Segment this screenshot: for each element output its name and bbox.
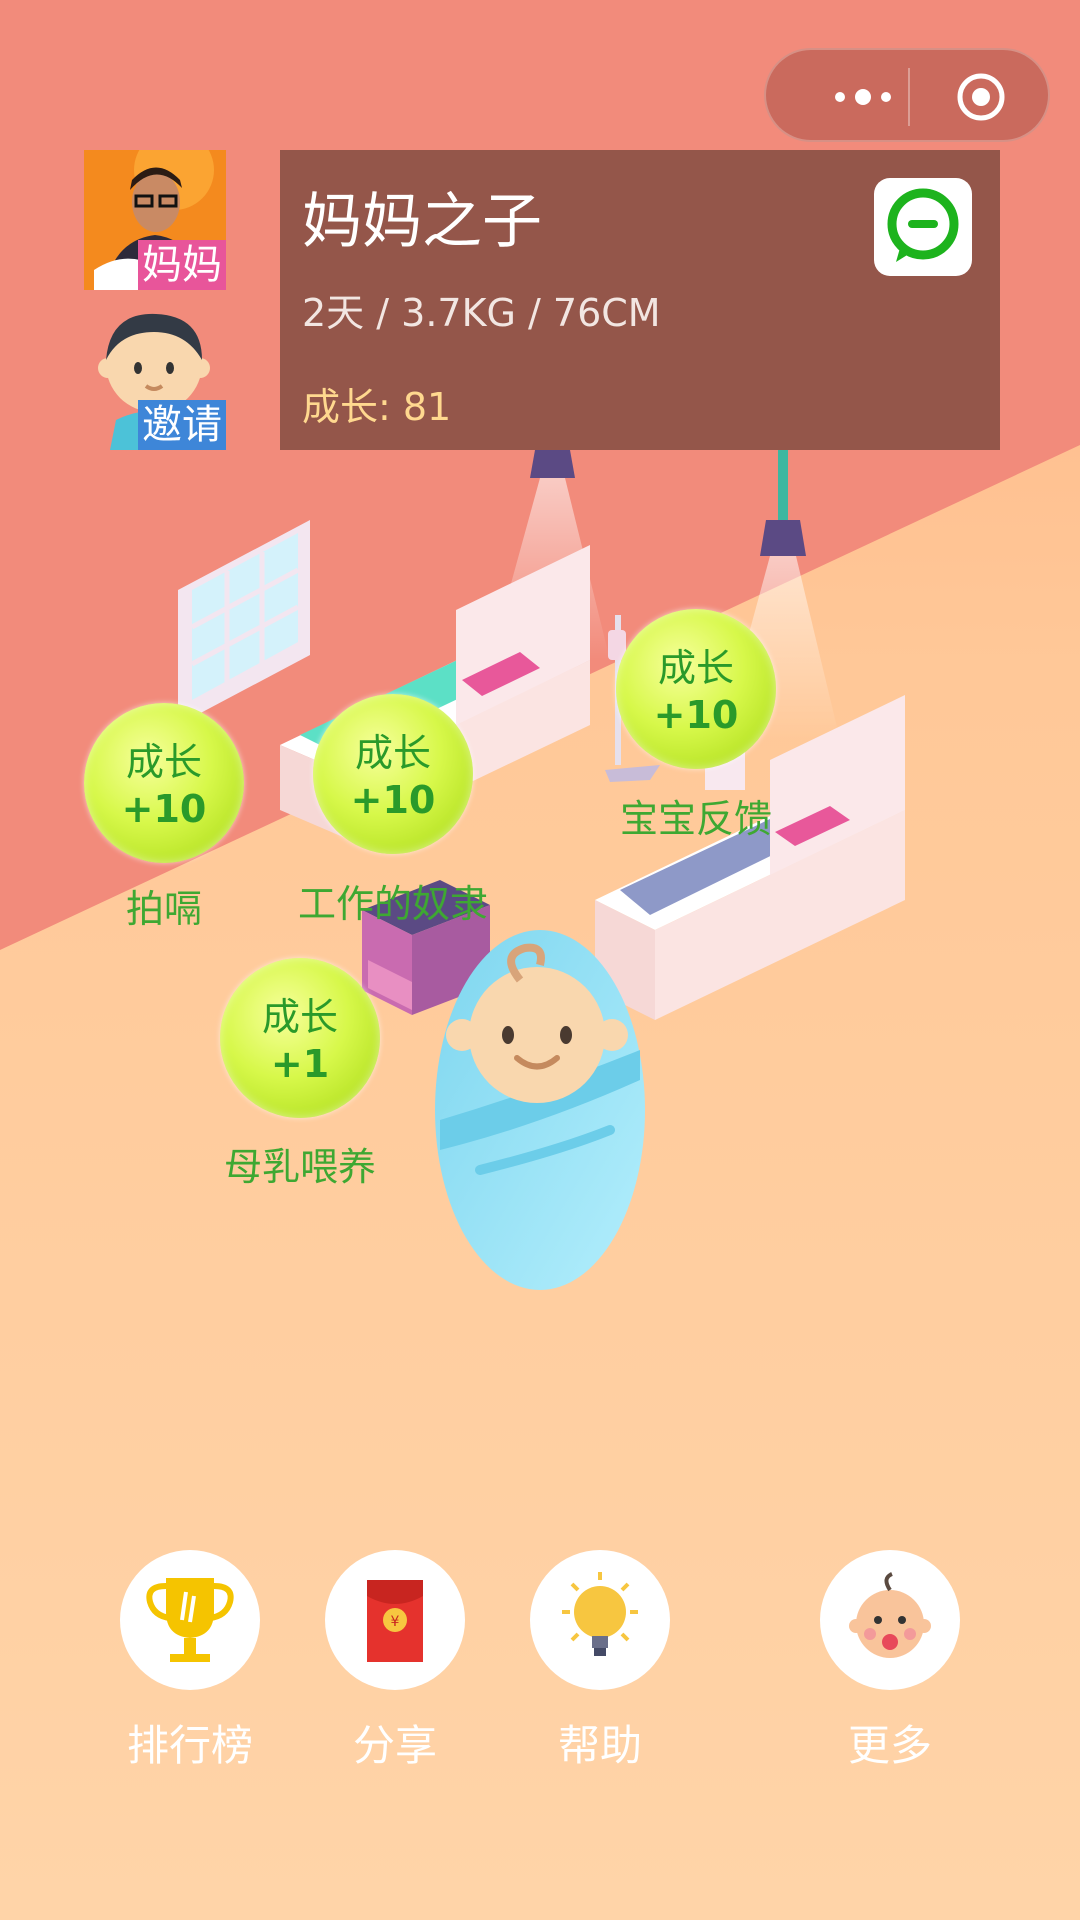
leaderboard-button[interactable] — [120, 1550, 260, 1690]
capsule-divider — [908, 68, 910, 126]
help-button[interactable] — [530, 1550, 670, 1690]
dot-icon — [881, 92, 891, 102]
bubble-value: +10 — [653, 693, 739, 737]
share-button[interactable]: ¥ — [325, 1550, 465, 1690]
svg-text:¥: ¥ — [391, 1614, 400, 1630]
mini-program-capsule — [764, 48, 1050, 142]
bubble-label: 成长 — [354, 731, 431, 775]
bubble-value: +1 — [270, 1042, 330, 1086]
more-options-button[interactable] — [818, 78, 908, 116]
invite-button[interactable]: 邀请 — [96, 302, 226, 450]
bubble-caption-feedback: 宝宝反馈 — [619, 797, 772, 841]
mom-avatar[interactable]: 妈妈 — [84, 150, 226, 290]
dot-icon — [855, 89, 871, 105]
more-button[interactable] — [820, 1550, 960, 1690]
bubble-caption-burp: 拍嗝 — [125, 887, 202, 931]
invite-tag: 邀请 — [138, 400, 226, 450]
bubble-value: +10 — [350, 778, 436, 822]
bubble-label: 成长 — [125, 740, 202, 784]
growth-bubble-burp[interactable]: 成长 +10 — [84, 703, 244, 863]
bubble-label: 成长 — [261, 995, 338, 1039]
leaderboard-label: 排行榜 — [126, 1721, 253, 1770]
lightbulb-icon — [562, 1572, 638, 1656]
growth-score: 成长: 81 — [302, 385, 452, 429]
baby-info-panel: 妈妈之子 2天 / 3.7KG / 76CM 成长: 81 — [280, 150, 1000, 450]
mom-tag: 妈妈 — [138, 240, 226, 290]
chat-button[interactable] — [874, 178, 972, 276]
bubble-caption-work: 工作的奴隶 — [297, 882, 488, 926]
growth-bubble-breastfeed[interactable]: 成长 +1 — [220, 958, 380, 1118]
baby-face-icon — [849, 1572, 931, 1658]
baby-name: 妈妈之子 — [302, 187, 542, 257]
trophy-icon — [146, 1578, 234, 1662]
growth-bubble-feedback[interactable]: 成长 +10 — [616, 609, 776, 769]
more-label: 更多 — [847, 1721, 932, 1770]
bubble-caption-breastfeed: 母乳喂养 — [223, 1145, 376, 1189]
swaddled-baby — [435, 930, 645, 1290]
chat-bubble-icon — [887, 188, 959, 262]
baby-stats: 2天 / 3.7KG / 76CM — [302, 291, 661, 335]
close-target-icon[interactable] — [956, 72, 1006, 122]
bubble-label: 成长 — [657, 646, 734, 690]
dot-icon — [835, 92, 845, 102]
red-envelope-icon: ¥ — [367, 1580, 423, 1662]
bubble-value: +10 — [121, 787, 207, 831]
help-label: 帮助 — [557, 1721, 642, 1770]
growth-bubble-work[interactable]: 成长 +10 — [313, 694, 473, 854]
share-label: 分享 — [352, 1721, 437, 1770]
